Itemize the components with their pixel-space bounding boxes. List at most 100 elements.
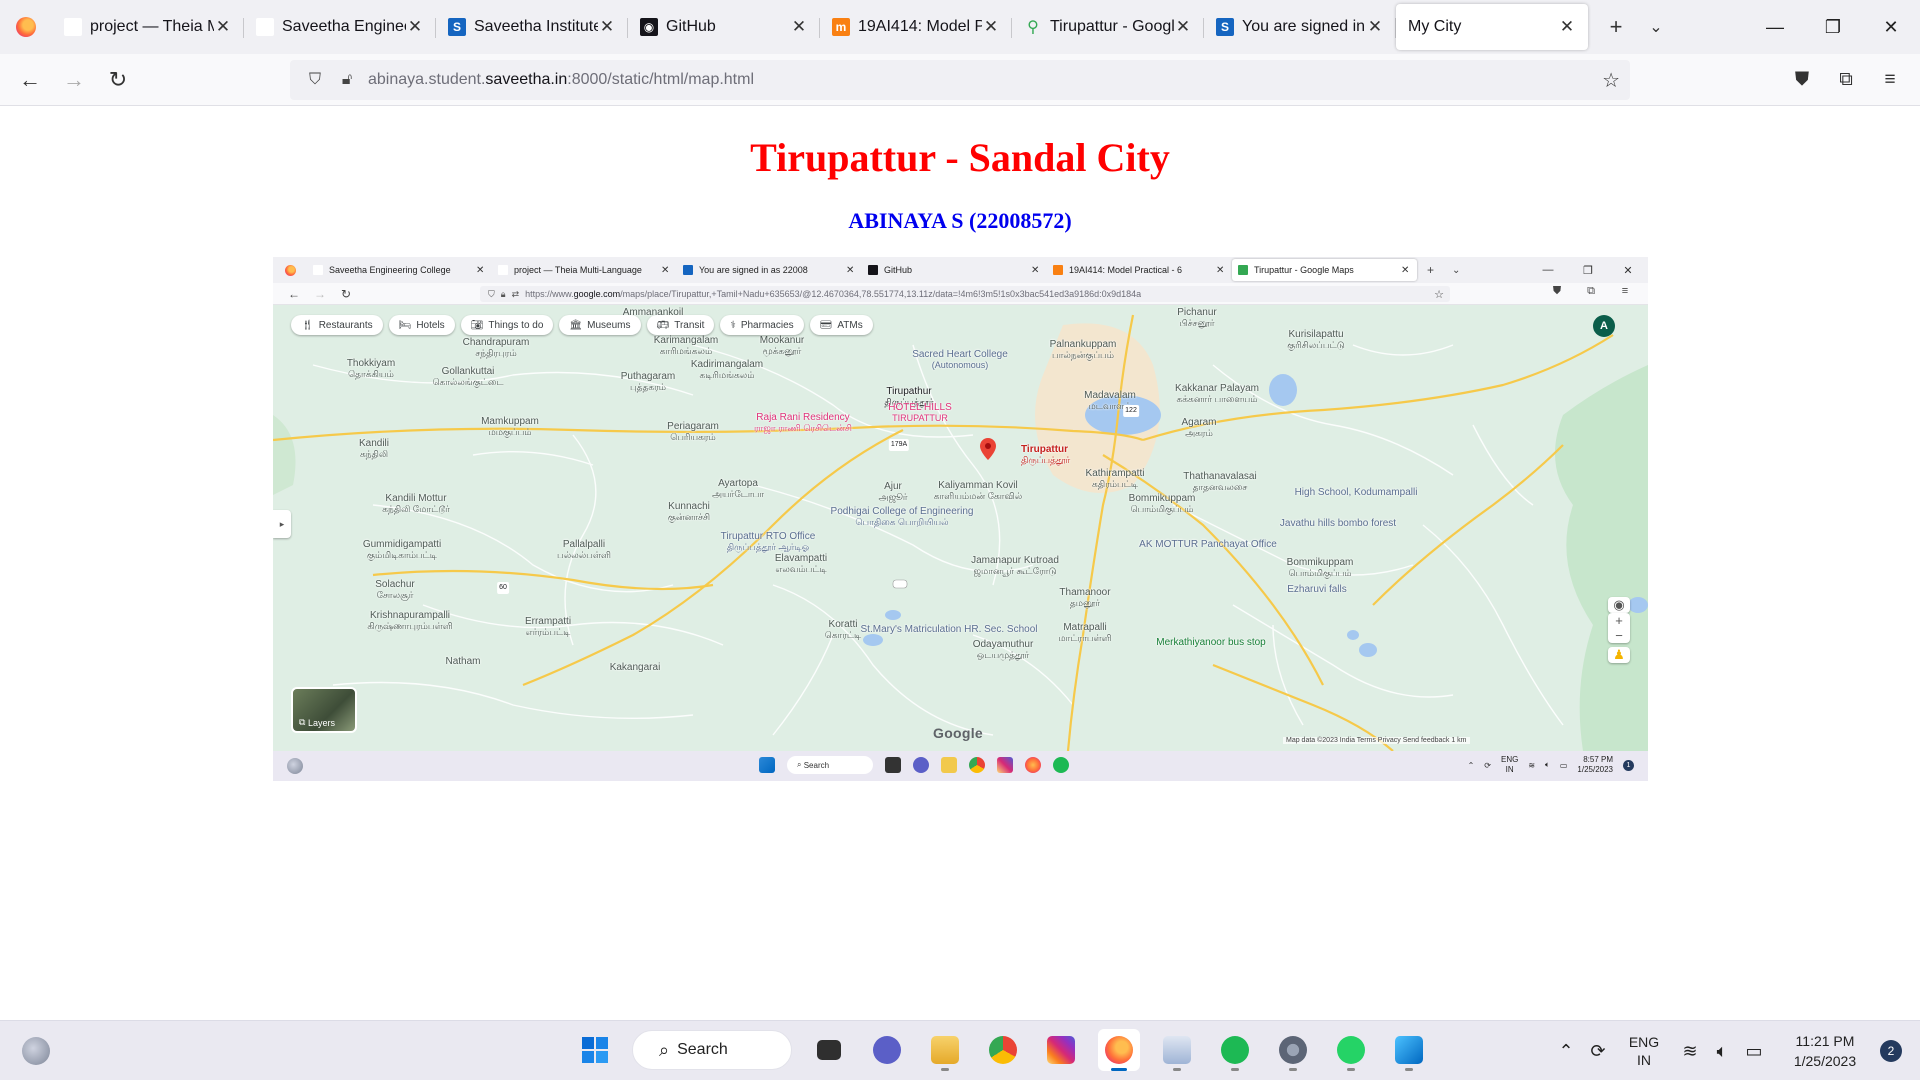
file-explorer-button[interactable] bbox=[924, 1029, 966, 1071]
pocket-icon[interactable]: ⛊ bbox=[1780, 58, 1824, 102]
onedrive-sync-icon[interactable]: ⟳ bbox=[1582, 1041, 1614, 1062]
map-place-label-tamil: ஒடயமுத்தூர் bbox=[976, 650, 1030, 660]
volume-icon[interactable]: 🔈︎ bbox=[1706, 1041, 1738, 1062]
map-place-label: Palnankuppam பால்நன்குப்பம் bbox=[1050, 340, 1117, 361]
screenshot-tab: project — Theia Multi-Language ✕ bbox=[492, 259, 677, 281]
restore-button[interactable]: ❐ bbox=[1804, 0, 1862, 54]
map-place-label: Agaram அகரம் bbox=[1181, 418, 1216, 439]
address-bar[interactable]: ⛉ 🔓︎ abinaya.student. saveetha.in:8000/st… bbox=[290, 60, 1630, 100]
menu-icon[interactable]: ≡ bbox=[1868, 58, 1912, 102]
tab-close-icon[interactable]: ✕ bbox=[982, 17, 1000, 37]
spotify-button[interactable] bbox=[1214, 1029, 1256, 1071]
photos-button[interactable] bbox=[1156, 1029, 1198, 1071]
settings-button[interactable] bbox=[1272, 1029, 1314, 1071]
battery-icon[interactable]: ▭ bbox=[1738, 1041, 1770, 1062]
back-button[interactable]: ← bbox=[8, 58, 52, 102]
wifi-icon[interactable]: ≋ bbox=[1674, 1041, 1706, 1062]
firefox-taskbar-button[interactable] bbox=[1098, 1029, 1140, 1071]
pegman-icon: ♟ bbox=[1608, 647, 1630, 663]
browser-tab[interactable]: Saveetha Engineering✕ bbox=[244, 4, 436, 50]
map-place-label: Krishnapurampalli கிருஷ்ணாபுரம்பள்ளி bbox=[367, 611, 452, 632]
search-icon: ⌕ bbox=[659, 1039, 670, 1060]
screenshot-firefox-icon bbox=[273, 264, 307, 276]
map-place-label-name: Madavalam bbox=[1084, 390, 1136, 401]
notepad-icon bbox=[1163, 1036, 1191, 1064]
map-place-label: Mamkuppam மமகுப்பம் bbox=[481, 417, 539, 438]
taskbar-search[interactable]: ⌕ Search bbox=[632, 1030, 792, 1070]
screenshot-new-tab-icon: + bbox=[1427, 263, 1435, 277]
map-place-label-tamil: தமனூர் bbox=[1069, 598, 1101, 608]
firefox-icon[interactable] bbox=[0, 0, 52, 54]
tab-close-icon[interactable]: ✕ bbox=[1366, 17, 1384, 37]
browser-tab[interactable]: S Saveetha Institute ✕ bbox=[436, 4, 628, 50]
map-place-label: Natham bbox=[445, 657, 480, 667]
windows-taskbar: ⌕ Search ⌃ ⟳ ENG IN ≋ 🔈︎ ▭ 11:21 PM 1/25… bbox=[0, 1020, 1920, 1080]
browser-tab[interactable]: My City ✕ bbox=[1396, 4, 1588, 50]
browser-tab[interactable]: ◉ GitHub ✕ bbox=[628, 4, 820, 50]
tab-close-icon[interactable]: ✕ bbox=[1558, 17, 1576, 37]
screenshot-pocket-icon: ⛊ bbox=[1552, 285, 1562, 297]
screenshot-tab: Tirupattur - Google Maps ✕ bbox=[1232, 259, 1417, 281]
map-place-label-name: Natham bbox=[445, 656, 481, 667]
map-place-label-name: Pichanur bbox=[1177, 307, 1217, 318]
instagram-button[interactable] bbox=[1040, 1029, 1082, 1071]
map-place-label-tamil: பால்நன்குப்பம் bbox=[1052, 350, 1114, 360]
reload-button[interactable]: ↻ bbox=[96, 58, 140, 102]
tab-close-icon[interactable]: ✕ bbox=[214, 17, 232, 37]
screenshot-tab-icon bbox=[1238, 265, 1248, 275]
browser-tab[interactable]: ⚲ Tirupattur - Googl ✕ bbox=[1012, 4, 1204, 50]
map-place-label-tamil: பெரியகரம் bbox=[670, 432, 716, 442]
map-poi-label-name: Tirupattur RTO Office bbox=[720, 531, 816, 542]
map-poi-label-name: Javathu hills bombo forest bbox=[1279, 518, 1397, 529]
widgets-icon[interactable] bbox=[22, 1037, 50, 1065]
tab-close-icon[interactable]: ✕ bbox=[790, 17, 808, 37]
clock[interactable]: 11:21 PM 1/25/2023 bbox=[1770, 1031, 1880, 1071]
chip-label: Pharmacies bbox=[740, 319, 794, 331]
map-place-label-tamil: ஜமானபூர் கூட்ரோடு bbox=[973, 566, 1057, 576]
screenshot-window-controls: — ❐ ✕ bbox=[1528, 257, 1648, 283]
whatsapp-button[interactable] bbox=[1330, 1029, 1372, 1071]
screenshot-instagram-icon bbox=[997, 757, 1013, 773]
selected-place-sub: திருப்பத்தூர் bbox=[1021, 455, 1071, 465]
map-place-label-name: Kunnachi bbox=[668, 501, 710, 512]
tab-close-icon[interactable]: ✕ bbox=[406, 17, 424, 37]
map-place-label-tamil: எர்ரம்பட்டி bbox=[525, 627, 571, 637]
list-all-tabs-button[interactable]: ⌄ bbox=[1636, 7, 1676, 47]
minimize-button[interactable]: — bbox=[1746, 0, 1804, 54]
screenshot-tab-label: Saveetha Engineering College bbox=[329, 265, 451, 275]
museums-icon: 🏛︎ bbox=[569, 319, 583, 331]
region-label: IN bbox=[1637, 1052, 1651, 1068]
browser-tab[interactable]: project — Theia Multi-✕ bbox=[52, 4, 244, 50]
chip-pharmacies: ⚕︎ Pharmacies bbox=[720, 315, 804, 335]
language-indicator[interactable]: ENG IN bbox=[1614, 1033, 1674, 1069]
teams-chat-button[interactable] bbox=[866, 1029, 908, 1071]
map-category-chips: 🍴︎ Restaurants 🛏︎ Hotels 📷︎ Things to do 🏛︎ Mus… bbox=[291, 315, 873, 335]
new-tab-button[interactable]: + bbox=[1596, 7, 1636, 47]
screenshot-tray-chevron-icon: ⌃ bbox=[1467, 760, 1475, 770]
forward-button[interactable]: → bbox=[52, 58, 96, 102]
screenshot-url-bar: ⛉ 🔒︎ ⇄ https://www. google.com/maps/place… bbox=[480, 286, 1450, 302]
paint-button[interactable] bbox=[1388, 1029, 1430, 1071]
start-button[interactable] bbox=[574, 1029, 616, 1071]
extensions-icon[interactable]: ⧉ bbox=[1824, 58, 1868, 102]
task-view-button[interactable] bbox=[808, 1029, 850, 1071]
tab-close-icon[interactable]: ✕ bbox=[598, 17, 616, 37]
map-place-label: Koratti கொரட்டி bbox=[825, 620, 861, 641]
tab-label: Tirupattur - Googl bbox=[1050, 18, 1174, 35]
browser-tab[interactable]: m 19AI414: Model Pr ✕ bbox=[820, 4, 1012, 50]
map-place-label-name: Kathirampatti bbox=[1085, 468, 1145, 479]
map-place-label-name: Puthagaram bbox=[620, 371, 676, 382]
close-window-button[interactable]: ✕ bbox=[1862, 0, 1920, 54]
insecure-lock-icon[interactable]: 🔓︎ bbox=[336, 71, 358, 89]
tray-chevron-icon[interactable]: ⌃ bbox=[1550, 1041, 1582, 1062]
browser-tab[interactable]: S You are signed in a ✕ bbox=[1204, 4, 1396, 50]
saveetha-icon bbox=[256, 18, 274, 36]
notification-badge[interactable]: 2 bbox=[1880, 1040, 1902, 1062]
chrome-button[interactable] bbox=[982, 1029, 1024, 1071]
map-place-label: Karimangalam காரிமங்கலம் bbox=[654, 336, 718, 357]
tracking-shield-icon[interactable]: ⛉ bbox=[304, 71, 326, 89]
tab-close-icon[interactable]: ✕ bbox=[1174, 17, 1192, 37]
map-place-label-tamil: புத்தகரம் bbox=[629, 382, 667, 392]
bookmark-star-icon[interactable]: ☆ bbox=[1602, 68, 1620, 93]
map-place-label-tamil: பொம்மிகுப்பம் bbox=[1288, 568, 1352, 578]
